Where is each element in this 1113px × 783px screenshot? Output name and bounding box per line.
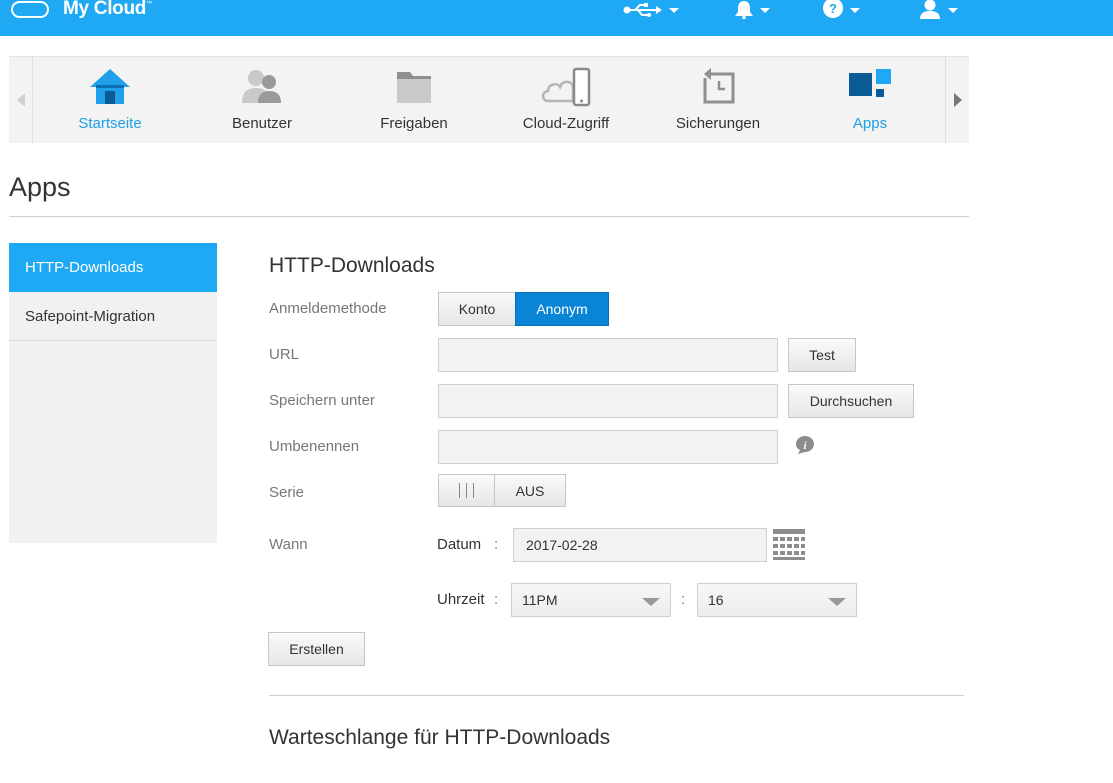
nav-item-startseite[interactable]: Startseite — [34, 57, 186, 143]
apps-icon — [849, 69, 891, 97]
login-method-label: Anmeldemethode — [269, 300, 387, 317]
notifications-menu[interactable] — [734, 0, 770, 20]
save-to-label: Speichern unter — [269, 392, 375, 409]
separator: : — [494, 536, 499, 553]
url-label: URL — [269, 346, 300, 363]
section-title: HTTP-Downloads — [269, 254, 435, 277]
nav-item-freigaben[interactable]: Freigaben — [338, 57, 490, 143]
svg-text:?: ? — [829, 1, 837, 16]
sidebar-item-http-downloads[interactable]: HTTP-Downloads — [9, 243, 217, 292]
save-to-input[interactable] — [438, 384, 778, 418]
chevron-down-icon — [760, 7, 770, 13]
top-bar: My Cloud™ ? — [0, 0, 1113, 36]
page-title: Apps — [9, 172, 71, 202]
help-icon: ? — [823, 0, 843, 18]
main-nav: Startseite Benutzer Freigaben Cloud-Zugr… — [9, 56, 969, 143]
nav-item-sicherungen[interactable]: Sicherungen — [642, 57, 794, 143]
chevron-left-icon — [16, 93, 25, 107]
time-label: Uhrzeit — [437, 591, 485, 608]
login-anonym-button[interactable]: Anonym — [515, 292, 609, 326]
url-input[interactable] — [438, 338, 778, 372]
queue-title: Warteschlange für HTTP-Downloads — [269, 726, 611, 749]
divider — [269, 695, 964, 696]
nav-prev-button[interactable] — [9, 57, 33, 143]
nav-item-label: Cloud-Zugriff — [522, 115, 610, 132]
chevron-down-icon — [669, 7, 679, 13]
chevron-down-icon — [850, 7, 860, 13]
login-konto-button[interactable]: Konto — [438, 292, 516, 326]
divider — [9, 216, 969, 217]
nav-item-label: Apps — [852, 115, 888, 132]
user-icon — [920, 0, 940, 19]
create-button[interactable]: Erstellen — [268, 632, 365, 666]
nav-next-button[interactable] — [945, 57, 969, 143]
series-toggle[interactable]: AUS — [438, 474, 566, 507]
browse-button[interactable]: Durchsuchen — [788, 384, 914, 418]
separator: : — [494, 591, 499, 608]
logo-icon — [11, 1, 49, 18]
nav-item-label: Freigaben — [380, 115, 448, 132]
separator: : — [681, 591, 686, 608]
nav-item-label: Startseite — [78, 115, 142, 132]
chevron-down-icon — [642, 598, 660, 606]
rename-input[interactable] — [438, 430, 778, 464]
users-icon — [242, 70, 281, 103]
nav-item-label: Benutzer — [231, 115, 293, 132]
usb-menu[interactable] — [623, 0, 679, 20]
minute-value: 16 — [708, 592, 724, 608]
sidebar-item-safepoint-migration[interactable]: Safepoint-Migration — [9, 292, 217, 341]
when-label: Wann — [269, 536, 308, 553]
app-title[interactable]: My Cloud™ — [63, 0, 152, 20]
nav-item-label: Sicherungen — [675, 115, 761, 132]
date-label: Datum — [437, 536, 482, 553]
hour-value: 11PM — [522, 592, 558, 608]
nav-item-apps[interactable]: Apps — [794, 57, 946, 143]
chevron-right-icon — [953, 93, 962, 107]
user-menu[interactable] — [918, 0, 958, 20]
info-icon[interactable]: i — [794, 435, 816, 455]
calendar-icon[interactable] — [772, 528, 806, 561]
apps-sidebar: HTTP-Downloads Safepoint-Migration — [9, 243, 217, 543]
rename-label: Umbenennen — [269, 438, 360, 455]
toggle-state: AUS — [515, 482, 545, 499]
usb-icon — [623, 3, 662, 17]
cloud-device-icon — [541, 67, 591, 107]
chevron-down-icon — [828, 598, 846, 606]
date-input[interactable]: 2017-02-28 — [513, 528, 767, 562]
chevron-down-icon — [948, 7, 958, 13]
folder-icon — [397, 72, 431, 103]
help-menu[interactable]: ? — [822, 0, 860, 20]
minute-select[interactable]: 16 — [697, 583, 857, 617]
series-label: Serie — [269, 484, 305, 501]
home-icon — [90, 69, 130, 104]
nav-item-benutzer[interactable]: Benutzer — [186, 57, 338, 143]
bell-icon — [735, 1, 753, 19]
hour-select[interactable]: 11PM — [511, 583, 671, 617]
toggle-handle-icon — [439, 475, 495, 506]
backup-icon — [702, 68, 735, 104]
nav-item-cloud-zugriff[interactable]: Cloud-Zugriff — [490, 57, 642, 143]
test-button[interactable]: Test — [788, 338, 856, 372]
